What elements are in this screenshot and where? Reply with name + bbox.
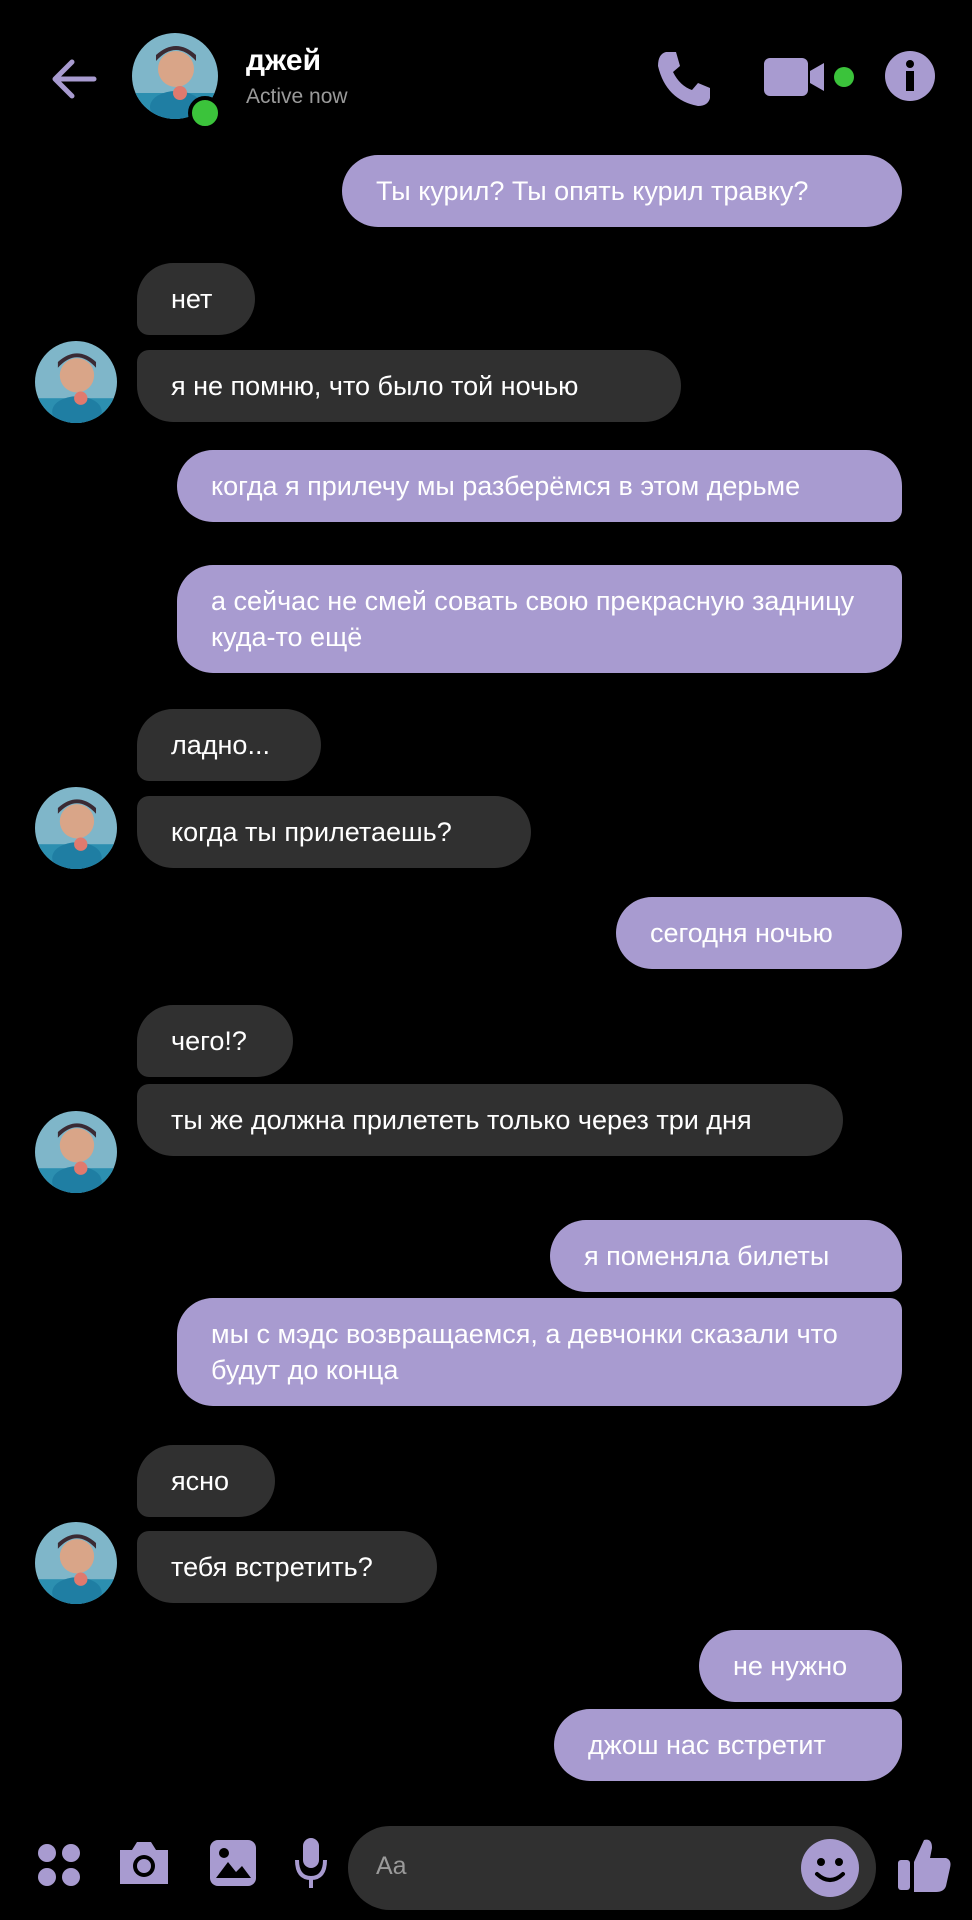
video-call-icon[interactable] [762,54,858,100]
message-incoming[interactable]: я не помню, что было той ночью [137,350,681,422]
message-outgoing[interactable]: джош нас встретит [554,1709,902,1781]
contact-avatar[interactable] [35,1522,117,1604]
apps-icon[interactable] [36,1842,82,1888]
emoji-icon[interactable] [800,1838,860,1898]
info-icon[interactable] [884,50,936,102]
message-incoming[interactable]: ясно [137,1445,275,1517]
message-input-placeholder: Aa [376,1852,407,1880]
thumbs-up-icon[interactable] [896,1834,954,1894]
phone-icon[interactable] [652,48,714,110]
chat-header: джей Active now [0,0,972,150]
contact-avatar[interactable] [35,787,117,869]
camera-icon[interactable] [116,1838,172,1888]
message-outgoing[interactable]: мы с мэдс возвращаемся, а девчонки сказа… [177,1298,902,1406]
message-outgoing[interactable]: когда я прилечу мы разберёмся в этом дер… [177,450,902,522]
online-indicator [188,96,222,130]
message-incoming[interactable]: тебя встретить? [137,1531,437,1603]
message-incoming[interactable]: ты же должна прилететь только через три … [137,1084,843,1156]
message-outgoing[interactable]: не нужно [699,1630,902,1702]
contact-avatar[interactable] [35,1111,117,1193]
message-outgoing[interactable]: сегодня ночью [616,897,902,969]
message-composer: Aa [0,1808,972,1920]
message-outgoing[interactable]: а сейчас не смей совать свою прекрасную … [177,565,902,673]
message-outgoing[interactable]: Ты курил? Ты опять курил травку? [342,155,902,227]
contact-avatar[interactable] [35,341,117,423]
message-incoming[interactable]: когда ты прилетаешь? [137,796,531,868]
gallery-icon[interactable] [208,1838,258,1888]
microphone-icon[interactable] [294,1836,328,1892]
message-incoming[interactable]: ладно... [137,709,321,781]
contact-name[interactable]: джей [246,44,321,78]
message-input[interactable]: Aa [348,1826,876,1910]
back-arrow-icon[interactable] [44,50,102,108]
contact-status: Active now [246,85,348,108]
message-outgoing[interactable]: я поменяла билеты [550,1220,902,1292]
message-incoming[interactable]: нет [137,263,255,335]
message-incoming[interactable]: чего!? [137,1005,293,1077]
